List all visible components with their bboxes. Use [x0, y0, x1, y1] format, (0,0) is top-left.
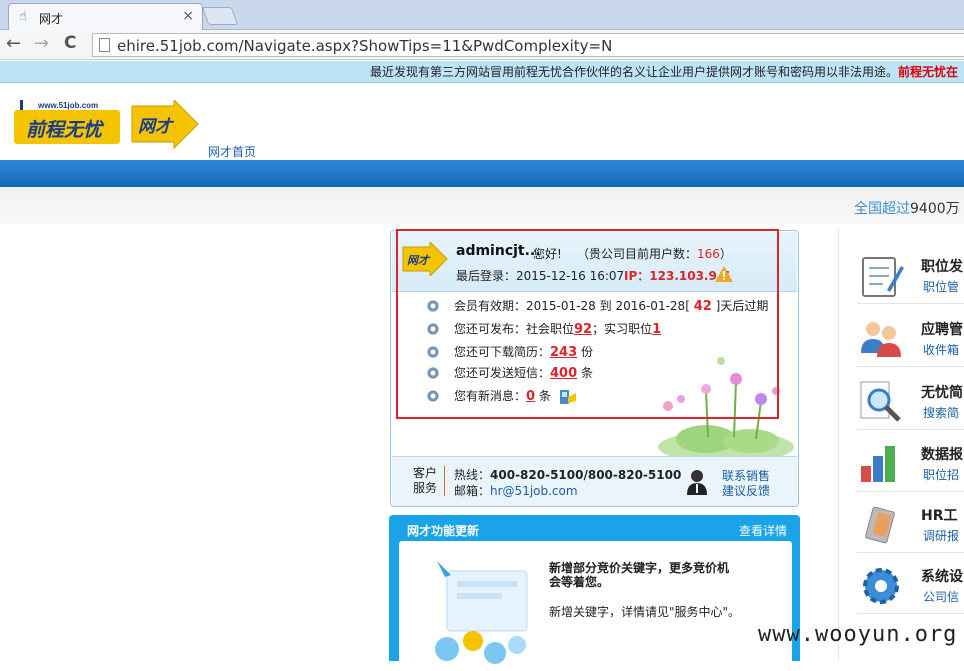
cs-label-line1: 客户: [412, 466, 437, 480]
watermark: www.wooyun.org: [758, 622, 958, 647]
address-bar[interactable]: ehire.51job.com/Navigate.aspx?ShowTips=1…: [92, 33, 964, 57]
updates-illustration: [435, 561, 528, 664]
menu-item-settings[interactable]: 系统设 公司信: [857, 554, 964, 614]
back-arrow-icon[interactable]: ←: [6, 33, 21, 54]
gear-icon: [863, 568, 899, 604]
feature-updates-panel: 网才功能更新 查看详情 新增部分竞价关键字，更多竞价机会等着您。 新增关键字，详…: [389, 515, 800, 671]
51job-logo[interactable]: www.51job.com 前程无忧: [14, 100, 120, 144]
highlight-box: [396, 229, 779, 419]
menu-item-data-report[interactable]: 数据报 职位招: [857, 432, 964, 492]
page-icon: [99, 38, 110, 52]
updates-title: 网才功能更新: [407, 524, 480, 538]
updates-description: 新增关键字，详情请见"服务中心"。: [549, 605, 741, 619]
browser-tab[interactable]: ☝ 网才 ×: [8, 3, 203, 30]
tab-close-icon[interactable]: ×: [182, 8, 194, 24]
menu-item-name: HR工: [921, 508, 958, 524]
menu-item-name: 职位发: [921, 259, 963, 275]
logo-main-text: 前程无忧: [26, 119, 105, 141]
stats-text: 全国超过9400万: [854, 198, 960, 218]
email: 邮箱：hr@51job.com: [454, 482, 578, 499]
menu-item-sub[interactable]: 职位管: [923, 278, 959, 295]
notice-bar: 最近发现有第三方网站冒用前程无忧合作伙伴的名义让企业用户提供网才账号和密码用以非…: [0, 61, 964, 83]
reload-icon[interactable]: C: [64, 33, 76, 53]
menu-item-job-post[interactable]: 职位发 职位管: [857, 244, 964, 304]
customer-service-bar: 客户 服务 热线：400-820-5100/800-820-5100 邮箱：hr@…: [392, 456, 797, 506]
hotline-label: 热线：: [454, 468, 491, 482]
logo-url-text: www.51job.com: [37, 101, 98, 110]
main-nav-bar: [0, 160, 964, 187]
bar-chart-icon: [861, 446, 895, 482]
menu-item-hr-tools[interactable]: HR工 调研报: [857, 493, 964, 553]
menu-item-name: 系统设: [921, 569, 963, 585]
menu-item-name: 数据报: [921, 447, 963, 463]
stats-number: 9400万: [910, 201, 960, 217]
feedback-link[interactable]: 建议反馈: [722, 482, 770, 499]
magnifier-icon: [860, 381, 901, 422]
notice-text: 最近发现有第三方网站冒用前程无忧合作伙伴的名义让企业用户提供网才账号和密码用以非…: [370, 61, 959, 82]
tab-title: 网才: [39, 12, 64, 26]
browser-tab-bar: ☝ 网才 ×: [0, 0, 964, 30]
right-menu: 职位发 职位管 应聘管 收件箱 无忧简 搜索简 数据报 职位招 HR工 调研报 …: [838, 230, 964, 661]
forward-arrow-icon[interactable]: →: [34, 33, 49, 54]
people-icon: [861, 322, 901, 357]
menu-item-applicants[interactable]: 应聘管 收件箱: [857, 307, 964, 367]
hand-favicon-icon: ☝: [19, 9, 27, 24]
stats-prefix: 全国超过: [854, 201, 910, 217]
notice-highlight: 前程无忧在: [898, 65, 959, 79]
email-link[interactable]: hr@51job.com: [490, 484, 578, 498]
updates-content: 新增部分竞价关键字，更多竞价机会等着您。 新增关键字，详情请见"服务中心"。: [399, 541, 792, 671]
menu-item-name: 应聘管: [921, 322, 963, 338]
view-details-link[interactable]: 查看详情: [739, 522, 787, 539]
cs-label-line2: 服务: [412, 481, 437, 495]
menu-item-sub[interactable]: 调研报: [923, 527, 959, 544]
menu-item-sub[interactable]: 公司信: [923, 588, 959, 605]
notice-body: 最近发现有第三方网站冒用前程无忧合作伙伴的名义让企业用户提供网才账号和密码用以非…: [370, 65, 899, 79]
hotline-number: 400-820-5100/800-820-5100: [490, 468, 682, 482]
new-tab-button[interactable]: [201, 7, 239, 25]
tools-icon: [865, 506, 895, 544]
wangcai-logo[interactable]: 网才: [130, 100, 200, 152]
menu-item-sub[interactable]: 搜索简: [923, 404, 959, 421]
email-label: 邮箱：: [454, 484, 491, 498]
url-text[interactable]: ehire.51job.com/Navigate.aspx?ShowTips=1…: [117, 37, 612, 55]
menu-item-sub[interactable]: 收件箱: [923, 341, 959, 358]
sub-bar: 全国超过9400万: [0, 187, 964, 224]
menu-item-sub[interactable]: 职位招: [923, 466, 959, 483]
hotline: 热线：400-820-5100/800-820-5100: [454, 466, 681, 483]
notepad-icon: [862, 257, 904, 297]
menu-item-name: 无忧简: [921, 385, 963, 401]
divider: [444, 466, 445, 496]
browser-toolbar: ← → C ehire.51job.com/Navigate.aspx?Show…: [0, 30, 964, 60]
updates-headline: 新增部分竞价关键字，更多竞价机会等着您。: [549, 561, 730, 589]
home-link[interactable]: 网才首页: [208, 143, 256, 160]
customer-service-label: 客户 服务: [410, 466, 440, 496]
logo-secondary-text: 网才: [138, 117, 175, 137]
sales-person-icon: [687, 470, 707, 495]
menu-item-resume-search[interactable]: 无忧简 搜索简: [857, 370, 964, 430]
